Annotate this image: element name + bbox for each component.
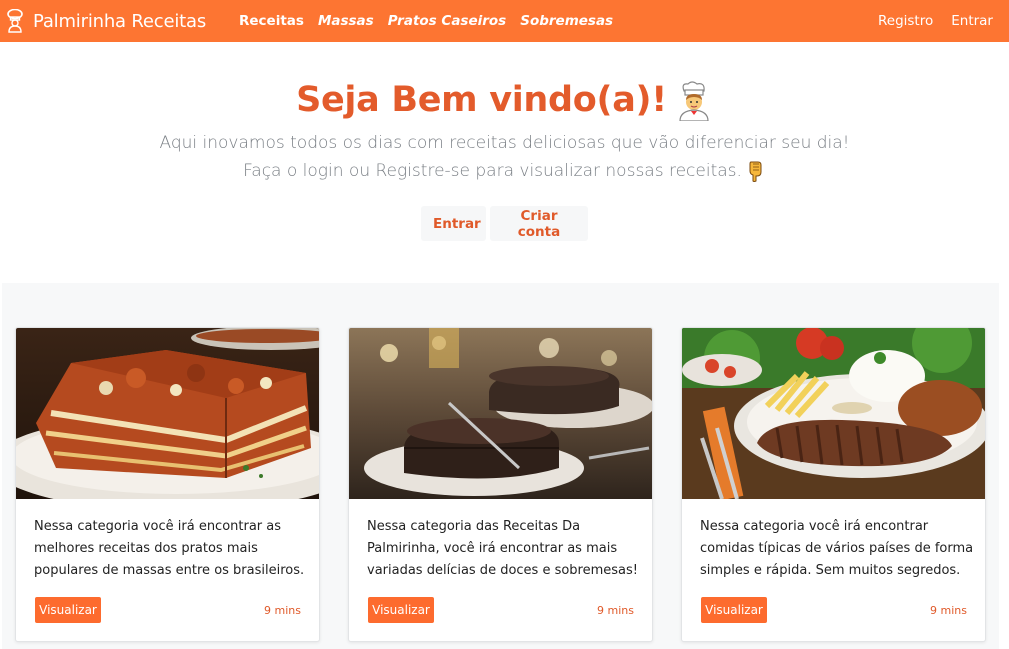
create-account-button[interactable]: Criar conta [490,206,588,241]
navbar: Palmirinha Receitas Receitas Massas Prat… [0,0,1009,42]
hero-title-text: Seja Bem vindo(a)! [296,80,667,120]
nav-link-massas[interactable]: Massas [318,13,374,29]
category-card-sobremesas: Nessa categoria das Receitas Da Palmirin… [348,327,653,642]
card-time: 9 mins [597,604,634,617]
brand-link[interactable]: Palmirinha Receitas [6,9,206,33]
pointing-down-icon [749,161,762,182]
cook-emoji-icon [679,81,709,121]
chef-icon [7,9,23,33]
view-button[interactable]: Visualizar [368,597,434,623]
chocolate-cake-photo [349,328,652,499]
hero-subtitle-2-text: Faça o login ou Registre-se para visuali… [243,161,742,181]
card-description: Nessa categoria você irá encontrar comid… [700,519,974,578]
category-card-pratos-caseiros: Nessa categoria você irá encontrar comid… [681,327,986,642]
nav-right: Registro Entrar [878,0,993,42]
login-button[interactable]: Entrar [421,206,486,241]
hero-subtitle-2: Faça o login ou Registre-se para visuali… [0,160,1009,182]
nav-link-pratos-caseiros[interactable]: Pratos Caseiros [388,13,507,29]
card-description: Nessa categoria das Receitas Da Palmirin… [367,519,639,578]
nav-links: Receitas Massas Pratos Caseiros Sobremes… [239,13,613,29]
lasagna-photo [16,328,319,499]
nav-link-sobremesas[interactable]: Sobremesas [520,13,613,29]
view-button[interactable]: Visualizar [701,597,767,623]
category-card-massas: Nessa categoria você irá encontrar as me… [15,327,320,642]
hero-buttons: Entrar Criar conta [0,206,1009,241]
card-description: Nessa categoria você irá encontrar as me… [34,519,305,578]
nav-link-receitas[interactable]: Receitas [239,13,304,29]
hero-subtitle-1: Aqui inovamos todos os dias com receitas… [159,133,850,153]
card-time: 9 mins [264,604,301,617]
brand-name: Palmirinha Receitas [33,10,206,32]
hero-title: Seja Bem vindo(a)! [0,80,1009,121]
nav-link-registro[interactable]: Registro [878,13,933,29]
card-time: 9 mins [930,604,967,617]
rice-beans-steak-photo [682,328,985,499]
view-button[interactable]: Visualizar [35,597,101,623]
categories-section: Nessa categoria você irá encontrar as me… [2,283,999,649]
hero-section: Seja Bem vindo(a)! Aqui inovamos todos o… [0,42,1009,283]
nav-link-entrar[interactable]: Entrar [951,13,993,29]
